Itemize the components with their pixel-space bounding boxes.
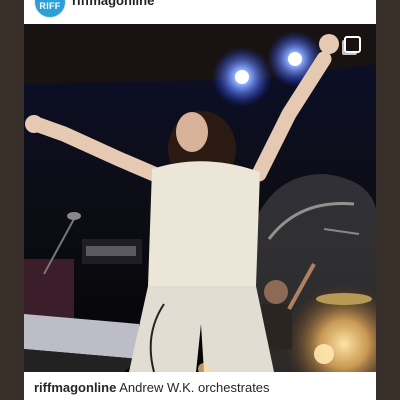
amplifier — [24, 259, 74, 319]
post-photo[interactable] — [24, 24, 376, 372]
instagram-post: RIFF riffmagonline riffmagonline Andrew … — [24, 0, 376, 400]
post-header: RIFF riffmagonline — [24, 0, 376, 24]
multiple-photos-icon — [344, 36, 361, 53]
caption-text: Andrew W.K. orchestrates — [119, 380, 270, 395]
avatar[interactable]: RIFF — [34, 0, 66, 18]
concert-photo-illustration — [24, 24, 376, 372]
avatar-label: RIFF — [39, 1, 61, 11]
post-caption: riffmagonline Andrew W.K. orchestrates — [34, 380, 270, 395]
performer-shirt — [148, 161, 260, 291]
caption-username[interactable]: riffmagonline — [34, 380, 116, 395]
post-username[interactable]: riffmagonline — [72, 0, 154, 8]
